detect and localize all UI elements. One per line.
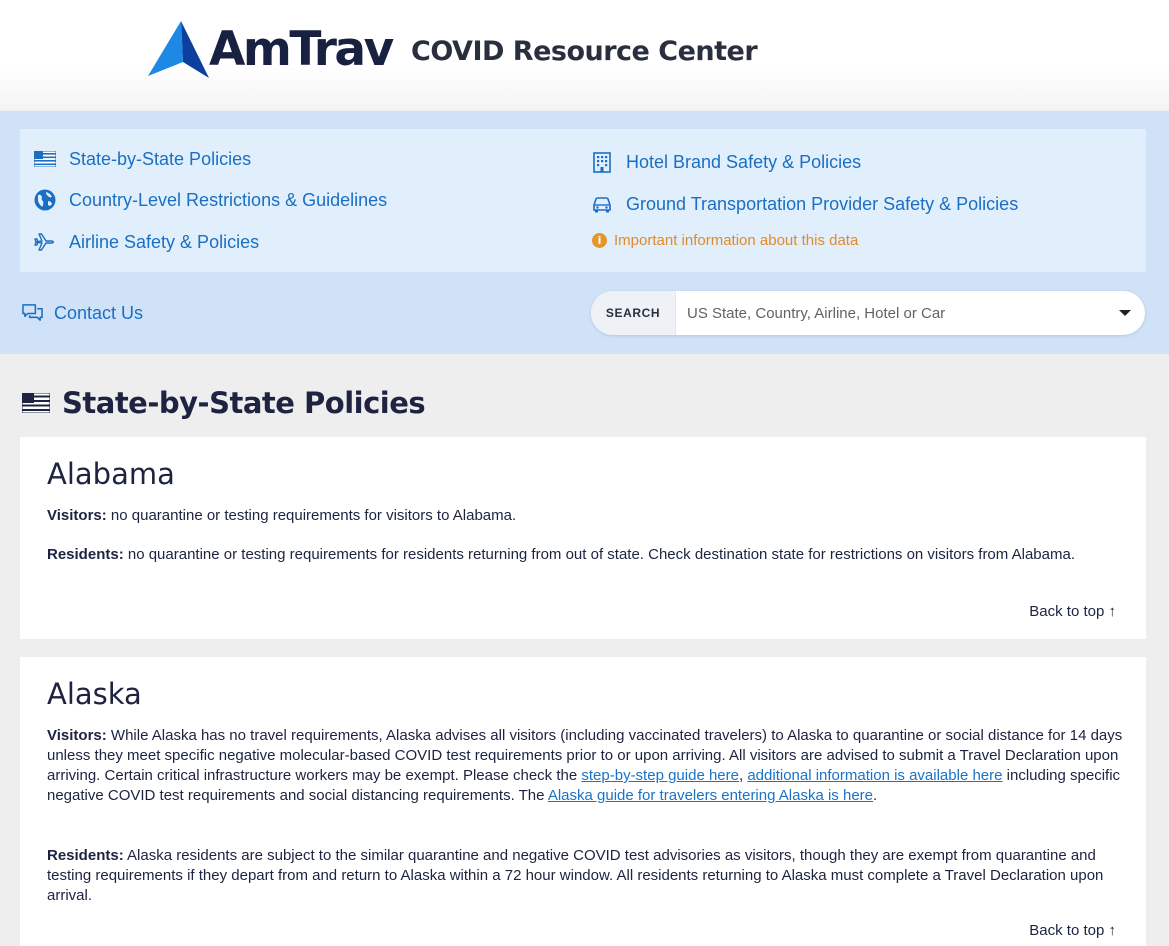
visitors-policy: Visitors: no quarantine or testing requi…	[47, 506, 1127, 526]
alaska-guide-link[interactable]: Alaska guide for travelers entering Alas…	[548, 787, 873, 804]
state-card-alaska: Alaska Visitors: While Alaska has no tra…	[20, 657, 1146, 946]
search-label: SEARCH	[591, 291, 676, 335]
site-header: AmTrav COVID Resource Center	[0, 0, 1169, 111]
visitors-policy: Visitors: While Alaska has no travel req…	[47, 726, 1127, 806]
residents-label: Residents:	[47, 847, 124, 864]
search-box: SEARCH	[591, 291, 1145, 335]
info-icon: i	[592, 233, 607, 248]
back-to-top-link[interactable]: Back to top ↑	[1029, 603, 1116, 620]
visitors-label: Visitors:	[47, 727, 107, 744]
period: .	[873, 787, 878, 804]
logo-mark-icon	[148, 21, 209, 78]
chat-icon	[22, 304, 43, 321]
state-name: Alabama	[47, 457, 175, 491]
nav-item-country-restrictions[interactable]: Country-Level Restrictions & Guidelines	[34, 189, 387, 211]
nav-item-label: Ground Transportation Provider Safety & …	[626, 193, 1019, 214]
state-name: Alaska	[47, 677, 142, 711]
separator: ,	[738, 767, 744, 784]
nav-item-ground-transport[interactable]: Ground Transportation Provider Safety & …	[591, 193, 1018, 215]
resource-nav-band: State-by-State Policies Country-Level Re…	[0, 111, 1169, 354]
residents-policy: Residents: Alaska residents are subject …	[47, 846, 1127, 906]
page-header-title: COVID Resource Center	[411, 36, 758, 67]
residents-policy: Residents: no quarantine or testing requ…	[47, 545, 1127, 565]
additional-information-link[interactable]: additional information is available here	[747, 767, 1002, 784]
airplane-icon	[34, 231, 56, 253]
nav-item-label: Hotel Brand Safety & Policies	[626, 151, 862, 172]
us-flag-icon	[22, 393, 50, 413]
residents-text: no quarantine or testing requirements fo…	[127, 546, 1075, 563]
state-card-alabama: Alabama Visitors: no quarantine or testi…	[20, 437, 1146, 639]
amtrav-logo[interactable]: AmTrav	[147, 20, 394, 78]
section-heading: State-by-State Policies	[22, 386, 426, 420]
nav-item-label: State-by-State Policies	[69, 148, 252, 169]
visitors-text: no quarantine or testing requirements fo…	[110, 507, 517, 524]
step-by-step-guide-link[interactable]: step-by-step guide here	[581, 767, 739, 784]
residents-text: Alaska residents are subject to the simi…	[47, 847, 1104, 904]
nav-item-hotel-policies[interactable]: Hotel Brand Safety & Policies	[591, 151, 861, 173]
nav-item-state-policies[interactable]: State-by-State Policies	[34, 148, 251, 170]
data-info-link[interactable]: i Important information about this data	[592, 232, 858, 249]
us-flag-icon	[34, 148, 56, 170]
contact-us-label: Contact Us	[54, 303, 144, 323]
globe-icon	[34, 189, 56, 211]
residents-label: Residents:	[47, 546, 124, 563]
nav-item-label: Airline Safety & Policies	[69, 231, 260, 252]
logo-text: AmTrav	[209, 21, 394, 77]
resource-nav-box: State-by-State Policies Country-Level Re…	[20, 129, 1146, 272]
visitors-label: Visitors:	[47, 507, 107, 524]
section-title: State-by-State Policies	[62, 386, 426, 420]
building-icon	[591, 151, 613, 173]
chevron-down-icon[interactable]	[1119, 310, 1131, 316]
search-input[interactable]	[676, 291, 1113, 335]
data-info-text: Important information about this data	[614, 232, 859, 249]
nav-item-airline-policies[interactable]: Airline Safety & Policies	[34, 231, 259, 253]
nav-item-label: Country-Level Restrictions & Guidelines	[69, 189, 388, 210]
back-to-top-link[interactable]: Back to top ↑	[1029, 922, 1116, 939]
contact-us-link[interactable]: Contact Us	[22, 303, 143, 324]
car-icon	[591, 193, 613, 215]
